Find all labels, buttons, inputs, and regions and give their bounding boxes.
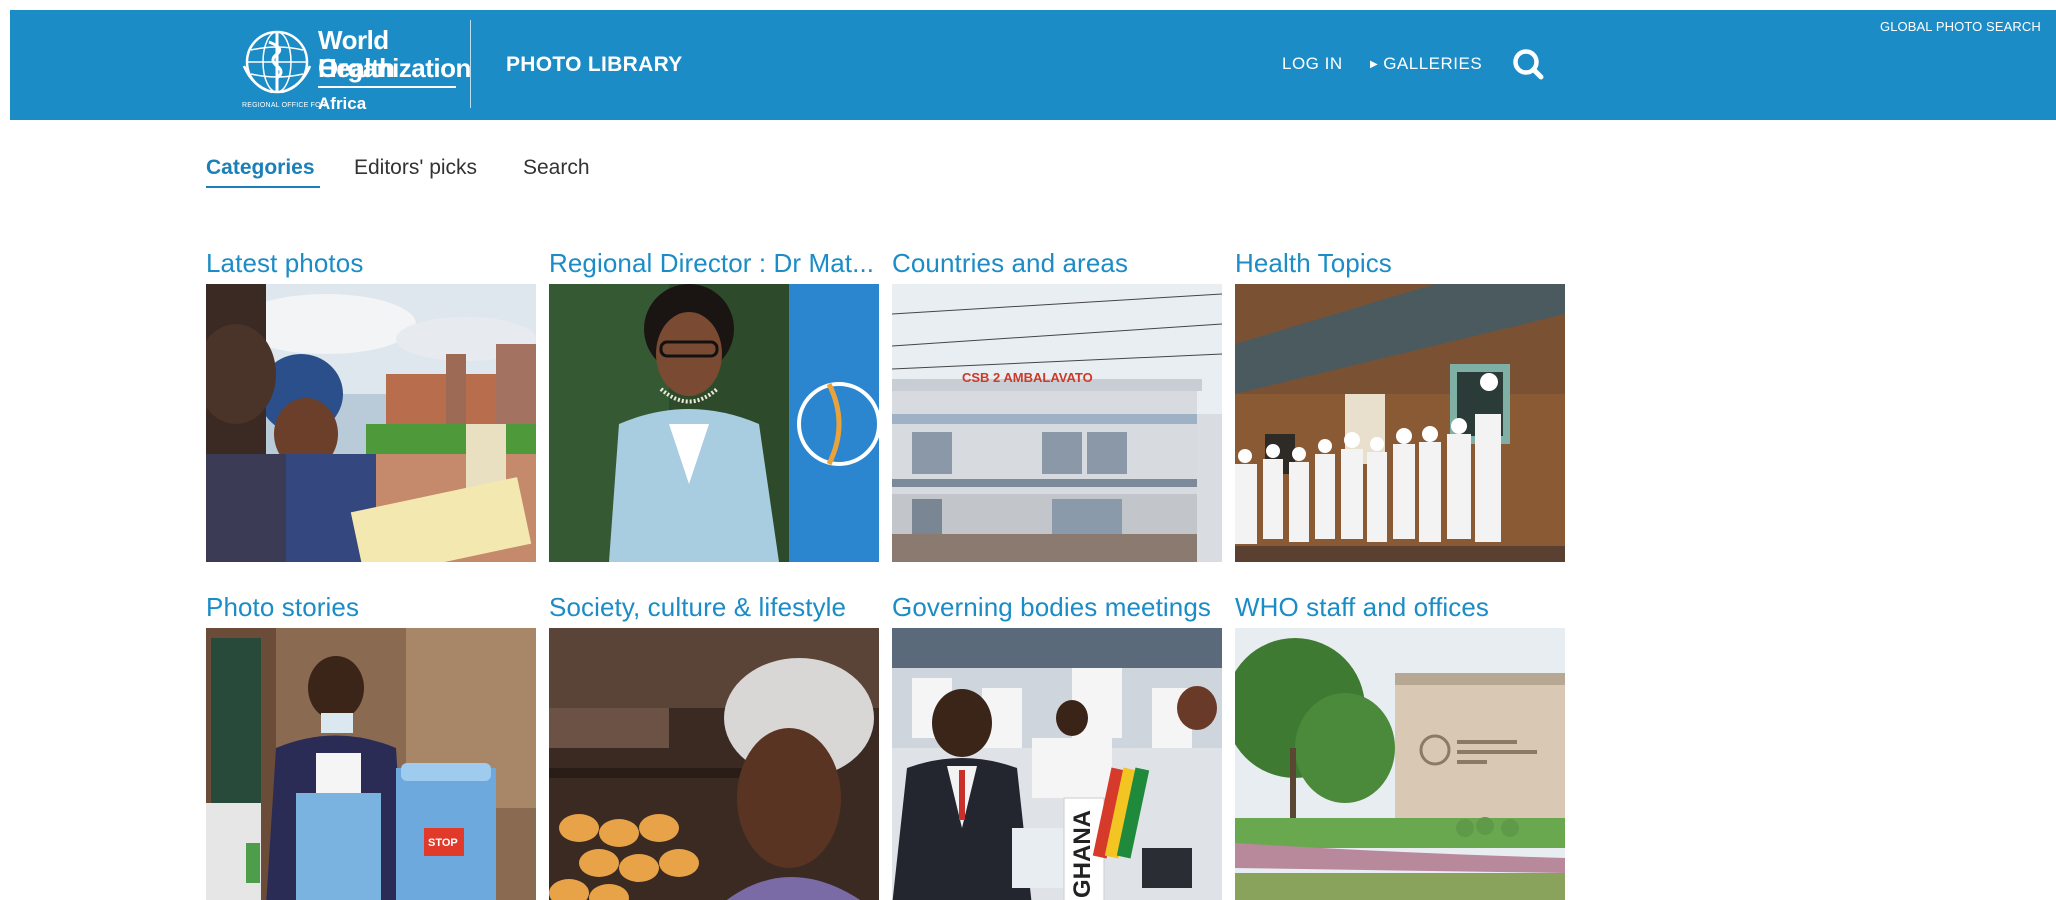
category-title[interactable]: WHO staff and offices xyxy=(1235,592,1575,623)
category-thumbnail[interactable] xyxy=(206,284,536,562)
tab-search[interactable]: Search xyxy=(523,156,590,180)
header-divider xyxy=(470,20,471,108)
category-title[interactable]: Society, culture & lifestyle xyxy=(549,592,889,623)
category-thumbnail[interactable] xyxy=(549,628,879,900)
clinic-sign-text: CSB 2 AMBALAVATO xyxy=(962,370,1093,385)
login-link[interactable]: LOG IN xyxy=(1282,54,1343,74)
logo-line-2: Organization xyxy=(318,53,471,83)
active-tab-underline xyxy=(206,186,320,188)
site-header: World Health Organization REGIONAL OFFIC… xyxy=(10,10,2056,120)
category-thumbnail[interactable]: STOP xyxy=(206,628,536,900)
category-title[interactable]: Regional Director : Dr Mat... xyxy=(549,248,889,279)
logo-underline xyxy=(318,86,456,88)
site-title[interactable]: PHOTO LIBRARY xyxy=(506,53,683,77)
category-thumbnail[interactable] xyxy=(549,284,879,562)
category-thumbnail[interactable]: GHANA xyxy=(892,628,1222,900)
category-title[interactable]: Photo stories xyxy=(206,592,546,623)
category-thumbnail[interactable] xyxy=(1235,628,1565,900)
global-photo-search-link[interactable]: GLOBAL PHOTO SEARCH xyxy=(1880,19,2041,34)
search-icon[interactable] xyxy=(1510,46,1546,82)
category-title[interactable]: Countries and areas xyxy=(892,248,1232,279)
who-afro-logo[interactable]: World Health Organization REGIONAL OFFIC… xyxy=(232,20,471,116)
galleries-menu[interactable]: ▶ GALLERIES xyxy=(1370,54,1482,74)
galleries-label: GALLERIES xyxy=(1383,54,1483,73)
category-title[interactable]: Health Topics xyxy=(1235,248,1575,279)
who-emblem-icon xyxy=(242,30,312,94)
tab-categories[interactable]: Categories xyxy=(206,156,315,180)
country-placard-text: GHANA xyxy=(1069,810,1096,898)
category-title[interactable]: Governing bodies meetings xyxy=(892,592,1232,623)
logo-region: Africa xyxy=(318,94,367,113)
caret-right-icon: ▶ xyxy=(1370,59,1379,70)
cooler-label-text: STOP xyxy=(428,837,458,849)
category-thumbnail[interactable]: CSB 2 AMBALAVATO xyxy=(892,284,1222,562)
category-thumbnail[interactable] xyxy=(1235,284,1565,562)
tab-editors-picks[interactable]: Editors' picks xyxy=(354,156,477,180)
logo-region-prefix: REGIONAL OFFICE FOR xyxy=(242,102,327,109)
category-title[interactable]: Latest photos xyxy=(206,248,546,279)
